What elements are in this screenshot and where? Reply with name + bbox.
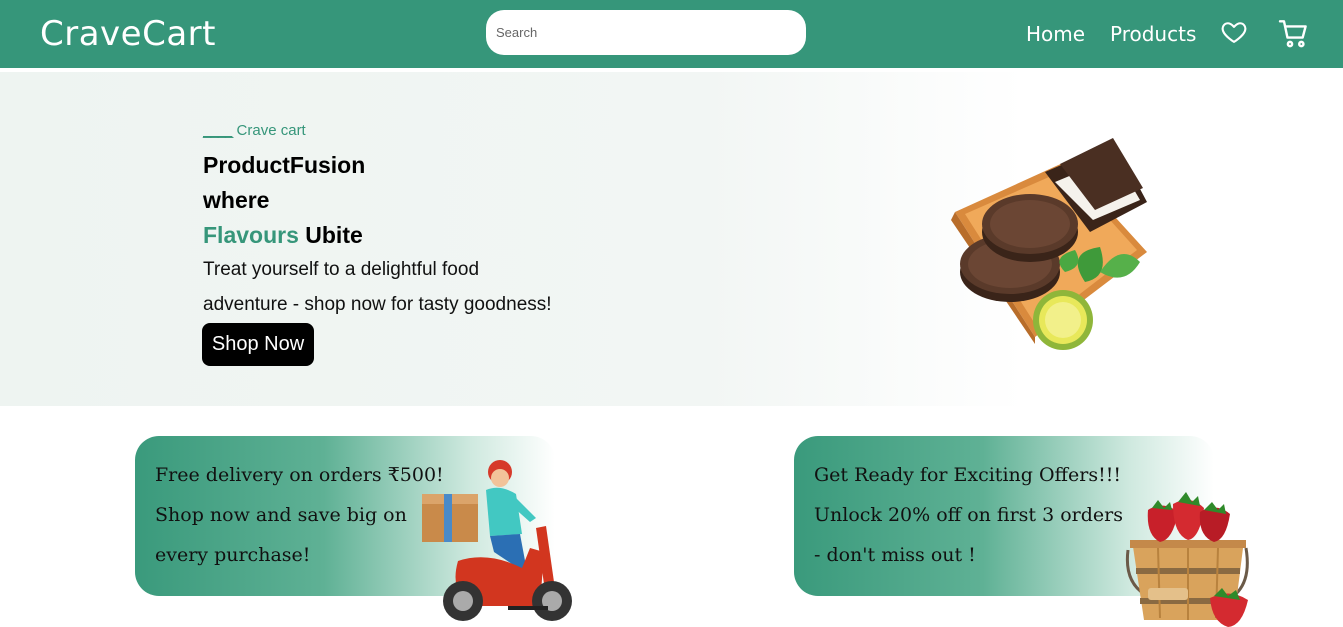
hero-tagline: ____ Crave cart xyxy=(203,122,306,139)
delivery-scooter-image xyxy=(422,460,572,621)
cart-icon[interactable] xyxy=(1278,18,1310,55)
hero-heading-line3: Flavours Ubite xyxy=(203,222,363,248)
promo-line1: Free delivery on orders ₹500! xyxy=(155,464,444,486)
promo-line2: Unlock 20% off on first 3 orders xyxy=(814,504,1123,526)
hero-accent-word: Flavours xyxy=(203,222,299,248)
nav-home-link[interactable]: Home xyxy=(1026,22,1085,46)
hero-description-line1: Treat yourself to a delightful food xyxy=(203,259,480,280)
logo[interactable]: CraveCart xyxy=(40,14,216,54)
hero-description-line2: adventure - shop now for tasty goodness! xyxy=(203,294,552,315)
navbar: CraveCart Home Products xyxy=(0,0,1343,68)
cookies-image xyxy=(951,138,1147,350)
hero-heading-line1: ProductFusion xyxy=(203,152,366,178)
strawberry-bucket-image xyxy=(1125,492,1249,627)
search-input[interactable] xyxy=(486,10,806,55)
hero-heading-line2: where xyxy=(203,187,270,213)
promo-line3: - don't miss out ! xyxy=(814,544,976,566)
promo-line2: Shop now and save big on xyxy=(155,504,407,526)
nav-products-link[interactable]: Products xyxy=(1110,22,1196,46)
shop-now-button[interactable]: Shop Now xyxy=(202,323,314,366)
heart-icon[interactable] xyxy=(1220,18,1248,51)
promo-line3: every purchase! xyxy=(155,544,311,566)
promo-line1: Get Ready for Exciting Offers!!! xyxy=(814,464,1122,486)
